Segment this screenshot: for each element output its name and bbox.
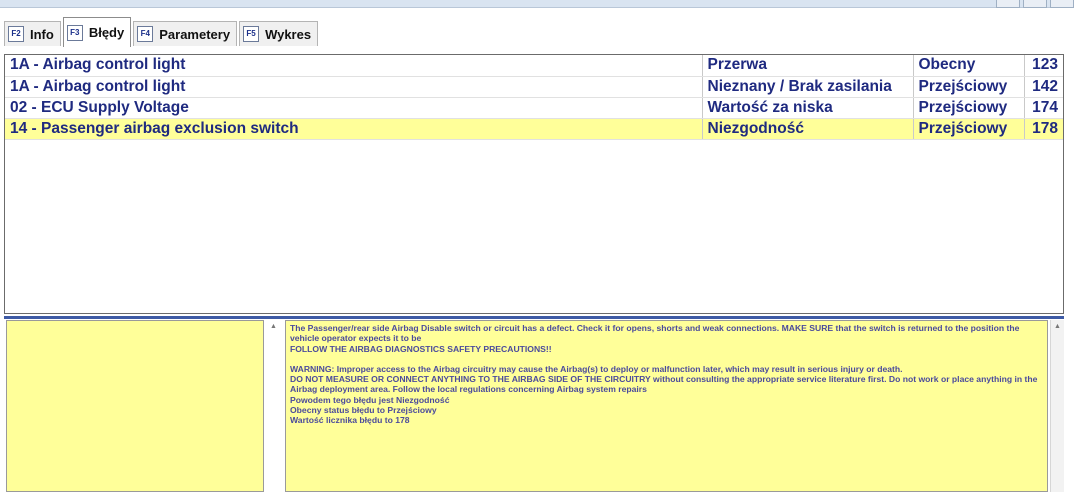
error-count: 142 bbox=[1024, 76, 1063, 98]
error-count: 178 bbox=[1024, 118, 1063, 140]
error-table: 1A - Airbag control light Przerwa Obecny… bbox=[5, 55, 1063, 140]
maximize-icon[interactable] bbox=[1023, 0, 1047, 8]
tab-parameters-label: Parametery bbox=[159, 26, 231, 42]
error-code: 1A - Airbag control light bbox=[5, 76, 703, 98]
error-description: Niezgodność bbox=[702, 118, 914, 140]
f3-key-icon: F3 bbox=[66, 24, 83, 41]
tab-chart[interactable]: F5 Wykres bbox=[239, 21, 319, 46]
details-line: FOLLOW THE AIRBAG DIAGNOSTICS SAFETY PRE… bbox=[290, 343, 552, 354]
error-count: 174 bbox=[1024, 97, 1063, 119]
error-description: Wartość za niska bbox=[702, 97, 914, 119]
details-line: Obecny status błędu to Przejściowy bbox=[290, 405, 437, 416]
error-code: 14 - Passenger airbag exclusion switch bbox=[5, 118, 703, 140]
error-status: Obecny bbox=[913, 55, 1025, 77]
f2-key-icon: F2 bbox=[8, 26, 24, 42]
error-list-panel: 1A - Airbag control light Przerwa Obecny… bbox=[4, 54, 1064, 314]
error-code: 02 - ECU Supply Voltage bbox=[5, 97, 703, 119]
error-description: Nieznany / Brak zasilania bbox=[702, 76, 914, 98]
error-status: Przejściowy bbox=[913, 76, 1025, 98]
tab-info-label: Info bbox=[30, 26, 54, 42]
minimize-icon[interactable] bbox=[996, 0, 1020, 8]
error-status: Przejściowy bbox=[913, 118, 1025, 140]
scroll-up-icon[interactable]: ▲ bbox=[1054, 323, 1061, 330]
error-details-text[interactable]: The Passenger/rear side Airbag Disable s… bbox=[285, 320, 1048, 492]
details-line: DO NOT MEASURE OR CONNECT ANYTHING TO TH… bbox=[290, 374, 1038, 395]
details-line: The Passenger/rear side Airbag Disable s… bbox=[290, 323, 1020, 344]
tab-chart-label: Wykres bbox=[265, 26, 312, 42]
panel-divider[interactable] bbox=[4, 316, 1064, 319]
f4-key-icon: F4 bbox=[137, 26, 154, 42]
details-scrollbar[interactable]: ▲ bbox=[1050, 320, 1064, 492]
error-image-box bbox=[6, 320, 264, 492]
error-row[interactable]: 1A - Airbag control light Nieznany / Bra… bbox=[5, 76, 1063, 98]
tab-bar: F2 Info F3 Błędy F4 Parametery F5 Wykres bbox=[4, 16, 320, 47]
error-row-selected[interactable]: 14 - Passenger airbag exclusion switch N… bbox=[5, 118, 1063, 140]
tab-info[interactable]: F2 Info bbox=[4, 21, 61, 46]
error-code: 1A - Airbag control light bbox=[5, 55, 703, 77]
f5-key-icon: F5 bbox=[243, 26, 260, 42]
details-line: Wartość licznika błędu to 178 bbox=[290, 415, 410, 426]
scroll-up-icon[interactable]: ▲ bbox=[270, 323, 277, 330]
tab-parameters[interactable]: F4 Parametery bbox=[133, 21, 238, 46]
error-row[interactable]: 02 - ECU Supply Voltage Wartość za niska… bbox=[5, 97, 1063, 119]
details-line: Powodem tego błędu jest Niezgodność bbox=[290, 394, 450, 405]
details-line bbox=[290, 354, 1043, 364]
error-description: Przerwa bbox=[702, 55, 914, 77]
tab-errors[interactable]: F3 Błędy bbox=[62, 17, 132, 47]
window-controls bbox=[996, 0, 1074, 8]
close-icon[interactable] bbox=[1050, 0, 1074, 8]
tab-errors-label: Błędy bbox=[88, 25, 125, 40]
error-status: Przejściowy bbox=[913, 97, 1025, 119]
error-row[interactable]: 1A - Airbag control light Przerwa Obecny… bbox=[5, 55, 1063, 77]
details-line: WARNING: Improper access to the Airbag c… bbox=[290, 363, 903, 374]
error-count: 123 bbox=[1024, 55, 1063, 77]
window-titlebar bbox=[0, 0, 1074, 8]
